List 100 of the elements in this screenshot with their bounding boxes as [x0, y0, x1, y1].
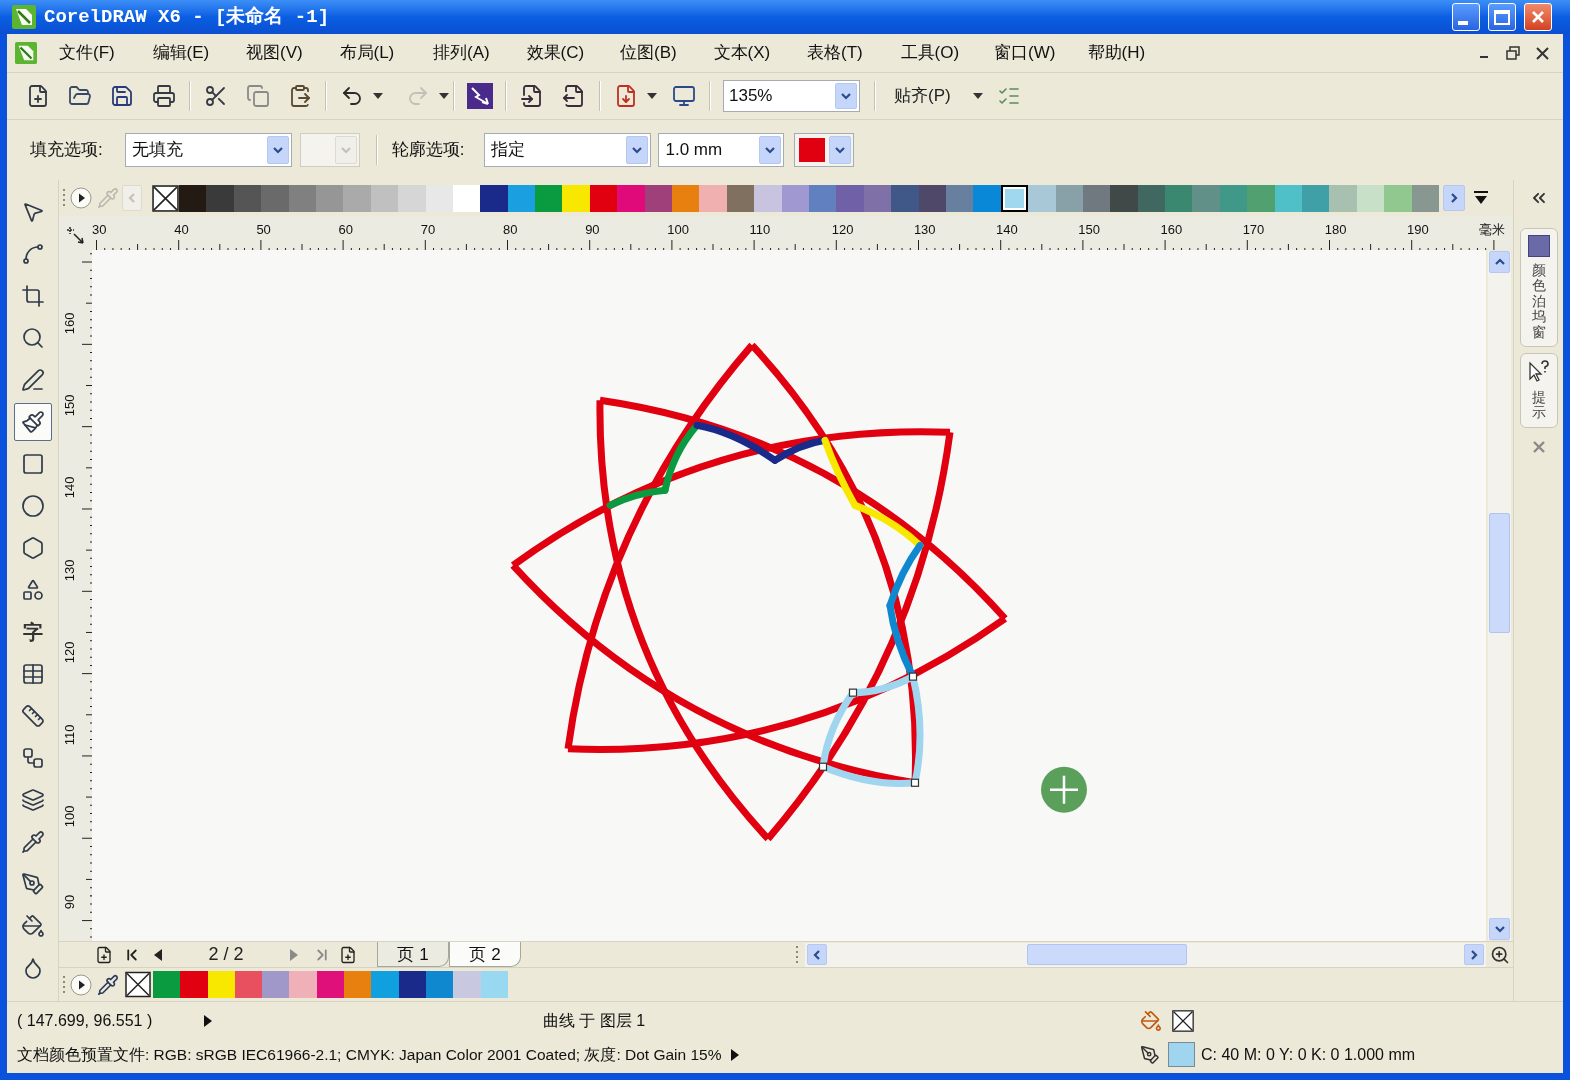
menu-item[interactable]: 工具(O)	[900, 40, 994, 66]
chevron-down-icon[interactable]	[1489, 918, 1510, 940]
grip-icon[interactable]	[62, 974, 66, 995]
menu-item[interactable]: 表格(T)	[807, 40, 901, 66]
crossed-box-icon[interactable]	[152, 184, 179, 212]
swatch-icon[interactable]	[726, 184, 755, 212]
file-download-icon[interactable]	[614, 84, 638, 108]
swatch-icon[interactable]	[1137, 184, 1166, 212]
previous-page-icon[interactable]	[153, 947, 163, 962]
swatch-icon[interactable]	[179, 184, 207, 212]
swatch-icon[interactable]	[945, 184, 974, 212]
swatch-icon[interactable]	[1028, 184, 1056, 212]
undo-icon[interactable]	[340, 84, 364, 108]
swatch-icon[interactable]	[1000, 184, 1029, 212]
text-tool-button[interactable]: 字	[13, 613, 52, 651]
menu-item[interactable]: 帮助(H)	[1087, 40, 1181, 66]
minimize-button[interactable]	[1452, 3, 1480, 31]
swatch-icon[interactable]	[398, 184, 426, 212]
swatch-icon[interactable]	[973, 184, 1001, 212]
crossed-box-icon[interactable]	[125, 971, 151, 998]
swatch-icon[interactable]	[206, 184, 234, 212]
arrow-tile-icon[interactable]	[467, 83, 493, 109]
docker-tab[interactable]: 颜色泊坞窗	[1519, 228, 1558, 347]
swatch-icon[interactable]	[344, 971, 372, 998]
expand-arrow-icon[interactable]	[1472, 191, 1489, 205]
swatch-icon[interactable]	[1356, 184, 1385, 212]
caret-down-icon[interactable]	[373, 93, 383, 99]
triangle-right-icon[interactable]	[729, 1047, 740, 1062]
zoom-level-dropdown[interactable]: 135%	[723, 80, 860, 112]
swatch-icon[interactable]	[863, 184, 892, 212]
close-button[interactable]	[1524, 3, 1552, 31]
swatch-icon[interactable]	[1411, 184, 1439, 212]
outline-type-dropdown[interactable]: 指定	[484, 133, 652, 167]
menu-item[interactable]: 文件(F)	[59, 40, 153, 66]
monitor-icon[interactable]	[672, 84, 696, 108]
clipboard-icon[interactable]	[288, 84, 312, 108]
scrollbar-track[interactable]	[1488, 251, 1511, 940]
swatch-icon[interactable]	[289, 971, 317, 998]
page-tab[interactable]: 页 1	[377, 942, 449, 967]
menu-item[interactable]: 效果(C)	[526, 40, 620, 66]
menu-item[interactable]: 排列(A)	[433, 40, 527, 66]
chevron-down-icon[interactable]	[835, 83, 857, 109]
swatch-icon[interactable]	[891, 184, 919, 212]
swatch-icon[interactable]	[1219, 184, 1248, 212]
snap-button[interactable]: 贴齐(P)	[894, 83, 951, 109]
swatch-icon[interactable]	[672, 184, 700, 212]
caret-down-icon[interactable]	[647, 93, 657, 99]
chevron-down-icon[interactable]	[266, 136, 289, 164]
swatch-icon[interactable]	[617, 184, 645, 212]
folder-icon[interactable]	[68, 84, 92, 108]
swatch-icon[interactable]	[288, 184, 316, 212]
swatch-icon[interactable]	[316, 971, 345, 998]
menu-item[interactable]: 文本(X)	[713, 40, 807, 66]
fill-type-dropdown[interactable]: 无填充	[124, 133, 292, 167]
chevron-down-icon[interactable]	[626, 136, 649, 164]
chevron-up-icon[interactable]	[1489, 251, 1510, 273]
swatch-icon[interactable]	[1055, 184, 1083, 212]
menu-item[interactable]: 位图(B)	[620, 40, 714, 66]
swatch-icon[interactable]	[207, 971, 235, 998]
chevron-down-icon[interactable]	[759, 136, 782, 164]
scrollbar-track[interactable]	[805, 942, 1486, 967]
swatch-icon[interactable]	[535, 184, 563, 212]
smart-fill-tool-button[interactable]	[13, 403, 52, 441]
swatch-icon[interactable]	[1082, 184, 1111, 212]
swatch-icon[interactable]	[1165, 184, 1193, 212]
swatch-icon[interactable]	[370, 184, 399, 212]
chevron-right-icon[interactable]	[1442, 185, 1465, 211]
swatch-icon[interactable]	[699, 184, 727, 212]
swatch-icon[interactable]	[452, 184, 481, 212]
maximize-button[interactable]	[1488, 3, 1516, 31]
docker-tab[interactable]: 提示	[1519, 352, 1558, 428]
add-page-icon[interactable]	[339, 945, 357, 964]
swatch-icon[interactable]	[1274, 184, 1302, 212]
outline-color-picker[interactable]	[794, 133, 855, 167]
caret-down-icon[interactable]	[972, 93, 983, 99]
swatch-icon[interactable]	[398, 971, 426, 998]
swatch-icon[interactable]	[589, 184, 618, 212]
swatch-icon[interactable]	[453, 971, 481, 998]
triangle-right-icon[interactable]	[203, 1013, 213, 1028]
scrollbar-thumb[interactable]	[1489, 513, 1510, 633]
swatch-icon[interactable]	[809, 184, 837, 212]
swatch-icon[interactable]	[1302, 184, 1330, 212]
swatch-icon[interactable]	[262, 971, 290, 998]
swatch-icon[interactable]	[1247, 184, 1275, 212]
next-page-icon[interactable]	[289, 947, 299, 962]
swatch-icon[interactable]	[562, 184, 590, 212]
swatch-icon[interactable]	[507, 184, 536, 212]
swatch-icon[interactable]	[781, 184, 809, 212]
swatch-icon[interactable]	[371, 971, 399, 998]
outline-width-dropdown[interactable]: 1.0 mm	[658, 133, 785, 167]
swatch-icon[interactable]	[425, 184, 453, 212]
zoom-in-icon[interactable]	[1489, 944, 1510, 965]
swatch-icon[interactable]	[480, 971, 508, 998]
swatch-icon[interactable]	[480, 184, 508, 212]
chevron-left-icon[interactable]	[807, 944, 827, 965]
new-document-icon[interactable]	[26, 84, 50, 108]
chevron-down-icon[interactable]	[829, 136, 852, 164]
printer-icon[interactable]	[152, 84, 176, 108]
caret-down-icon[interactable]	[439, 93, 449, 99]
scissors-icon[interactable]	[204, 84, 228, 108]
